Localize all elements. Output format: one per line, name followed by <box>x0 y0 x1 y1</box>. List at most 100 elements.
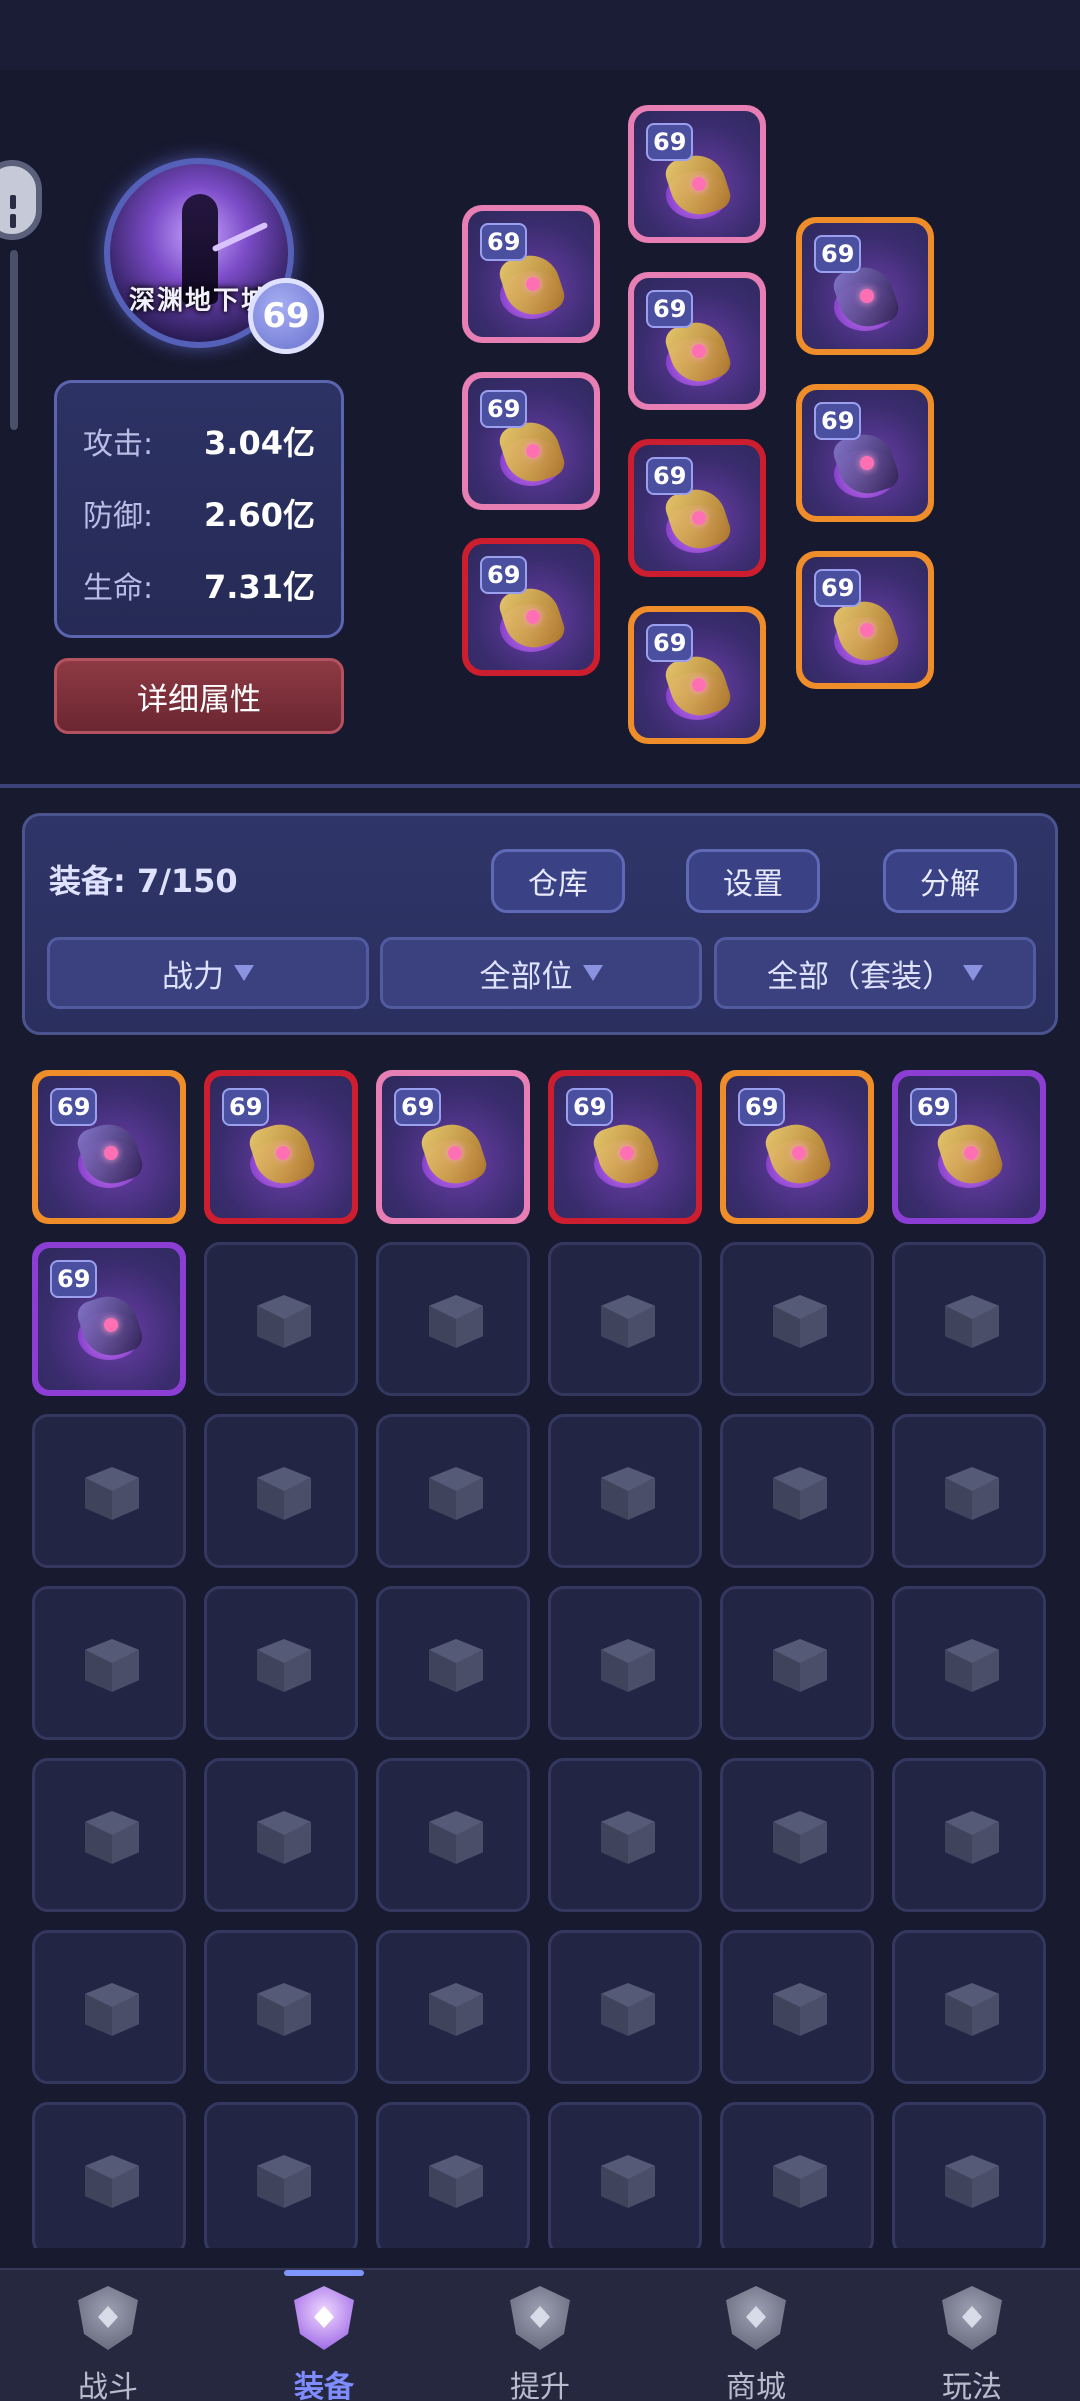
inventory-item[interactable]: 69 <box>892 1070 1046 1224</box>
gear-item-icon <box>932 1116 1008 1196</box>
empty-box-icon <box>773 1983 827 2037</box>
settings-button[interactable]: 设置 <box>686 849 820 913</box>
equipped-slot-armor[interactable]: 69 <box>628 272 766 410</box>
nav-tab-battle[interactable]: 战斗 <box>0 2270 216 2401</box>
set-filter-dropdown[interactable]: 全部（套装） <box>714 937 1036 1009</box>
empty-inventory-slot[interactable] <box>720 1930 874 2084</box>
empty-inventory-slot[interactable] <box>204 1758 358 1912</box>
empty-inventory-slot[interactable] <box>892 1930 1046 2084</box>
item-level-badge: 69 <box>394 1088 442 1126</box>
detail-attributes-button[interactable]: 详细属性 <box>54 658 344 734</box>
empty-inventory-slot[interactable] <box>32 1758 186 1912</box>
warehouse-button[interactable]: 仓库 <box>491 849 625 913</box>
empty-inventory-slot[interactable] <box>32 1930 186 2084</box>
sort-power-dropdown[interactable]: 战力 <box>47 937 369 1009</box>
empty-inventory-slot[interactable] <box>376 2102 530 2248</box>
empty-inventory-slot[interactable] <box>32 1414 186 1568</box>
item-level-badge: 69 <box>646 457 694 495</box>
inventory-item[interactable]: 69 <box>32 1242 186 1396</box>
item-level-badge: 69 <box>814 569 862 607</box>
empty-box-icon <box>773 1467 827 1521</box>
equipped-slot-necklace[interactable]: 69 <box>796 217 934 355</box>
empty-inventory-slot[interactable] <box>376 1930 530 2084</box>
slot-filter-dropdown[interactable]: 全部位 <box>380 937 702 1009</box>
nav-label-battle: 战斗 <box>78 2370 138 2401</box>
empty-inventory-slot[interactable] <box>892 1586 1046 1740</box>
equipment-icon <box>288 2282 360 2354</box>
empty-inventory-slot[interactable] <box>720 2102 874 2248</box>
empty-box-icon <box>257 1811 311 1865</box>
empty-inventory-slot[interactable] <box>548 1414 702 1568</box>
item-level-badge: 69 <box>814 402 862 440</box>
equipped-slot-ring[interactable]: 69 <box>796 551 934 689</box>
item-level-badge: 69 <box>50 1088 98 1126</box>
nav-tab-shop[interactable]: 商城 <box>648 2270 864 2401</box>
empty-inventory-slot[interactable] <box>720 1586 874 1740</box>
inventory-item[interactable]: 69 <box>720 1070 874 1224</box>
nav-tab-upgrade[interactable]: 提升 <box>432 2270 648 2401</box>
empty-inventory-slot[interactable] <box>204 1930 358 2084</box>
inventory-item[interactable]: 69 <box>204 1070 358 1224</box>
inventory-item[interactable]: 69 <box>376 1070 530 1224</box>
nav-label-play: 玩法 <box>942 2370 1002 2401</box>
empty-inventory-slot[interactable] <box>376 1758 530 1912</box>
empty-box-icon <box>601 1811 655 1865</box>
empty-inventory-slot[interactable] <box>548 2102 702 2248</box>
empty-inventory-slot[interactable] <box>204 2102 358 2248</box>
equipped-slot-belt[interactable]: 69 <box>628 439 766 577</box>
empty-box-icon <box>429 1811 483 1865</box>
inventory-item-frame: 69 <box>382 1076 524 1218</box>
inventory-grid: 69 69 69 69 69 69 69 <box>32 1070 1052 2248</box>
empty-inventory-slot[interactable] <box>720 1758 874 1912</box>
nav-tab-equipment[interactable]: 装备 <box>216 2270 432 2401</box>
side-drawer-rail[interactable] <box>10 250 18 430</box>
empty-inventory-slot[interactable] <box>548 1242 702 1396</box>
empty-box-icon <box>257 1639 311 1693</box>
decompose-button[interactable]: 分解 <box>883 849 1017 913</box>
empty-inventory-slot[interactable] <box>376 1242 530 1396</box>
empty-inventory-slot[interactable] <box>376 1586 530 1740</box>
gear-item-icon <box>416 1116 492 1196</box>
empty-inventory-slot[interactable] <box>32 1586 186 1740</box>
empty-inventory-slot[interactable] <box>32 2102 186 2248</box>
empty-box-icon <box>429 1467 483 1521</box>
empty-box-icon <box>601 1467 655 1521</box>
handle-face-icon <box>10 194 28 228</box>
equipped-slot-boots[interactable]: 69 <box>462 538 600 676</box>
equipped-slot-amulet[interactable]: 69 <box>628 606 766 744</box>
equipped-slot-gloves[interactable]: 69 <box>462 372 600 510</box>
empty-box-icon <box>945 1467 999 1521</box>
equipped-slot-bracer[interactable]: 69 <box>796 384 934 522</box>
inventory-item-frame: 69 <box>38 1248 180 1390</box>
battle-icon <box>72 2282 144 2354</box>
empty-box-icon <box>85 1811 139 1865</box>
section-divider <box>0 784 1080 788</box>
inventory-item[interactable]: 69 <box>32 1070 186 1224</box>
empty-box-icon <box>85 1983 139 2037</box>
empty-inventory-slot[interactable] <box>892 1758 1046 1912</box>
side-drawer-handle[interactable] <box>0 160 42 240</box>
equipped-slot-helmet[interactable]: 69 <box>628 105 766 243</box>
empty-inventory-slot[interactable] <box>720 1242 874 1396</box>
stats-panel: 攻击: 3.04亿 防御: 2.60亿 生命: 7.31亿 <box>54 380 344 638</box>
empty-inventory-slot[interactable] <box>204 1586 358 1740</box>
equipped-slot-weapon[interactable]: 69 <box>462 205 600 343</box>
empty-box-icon <box>945 2155 999 2209</box>
empty-inventory-slot[interactable] <box>204 1242 358 1396</box>
empty-inventory-slot[interactable] <box>204 1414 358 1568</box>
empty-inventory-slot[interactable] <box>892 2102 1046 2248</box>
empty-inventory-slot[interactable] <box>548 1586 702 1740</box>
gear-item-icon <box>72 1288 148 1368</box>
empty-inventory-slot[interactable] <box>376 1414 530 1568</box>
empty-box-icon <box>773 1295 827 1349</box>
avatar-sword <box>211 221 269 253</box>
empty-box-icon <box>945 1983 999 2037</box>
empty-inventory-slot[interactable] <box>892 1242 1046 1396</box>
empty-inventory-slot[interactable] <box>720 1414 874 1568</box>
inventory-item[interactable]: 69 <box>548 1070 702 1224</box>
shop-icon <box>720 2282 792 2354</box>
empty-inventory-slot[interactable] <box>892 1414 1046 1568</box>
empty-inventory-slot[interactable] <box>548 1930 702 2084</box>
nav-tab-play[interactable]: 玩法 <box>864 2270 1080 2401</box>
empty-inventory-slot[interactable] <box>548 1758 702 1912</box>
